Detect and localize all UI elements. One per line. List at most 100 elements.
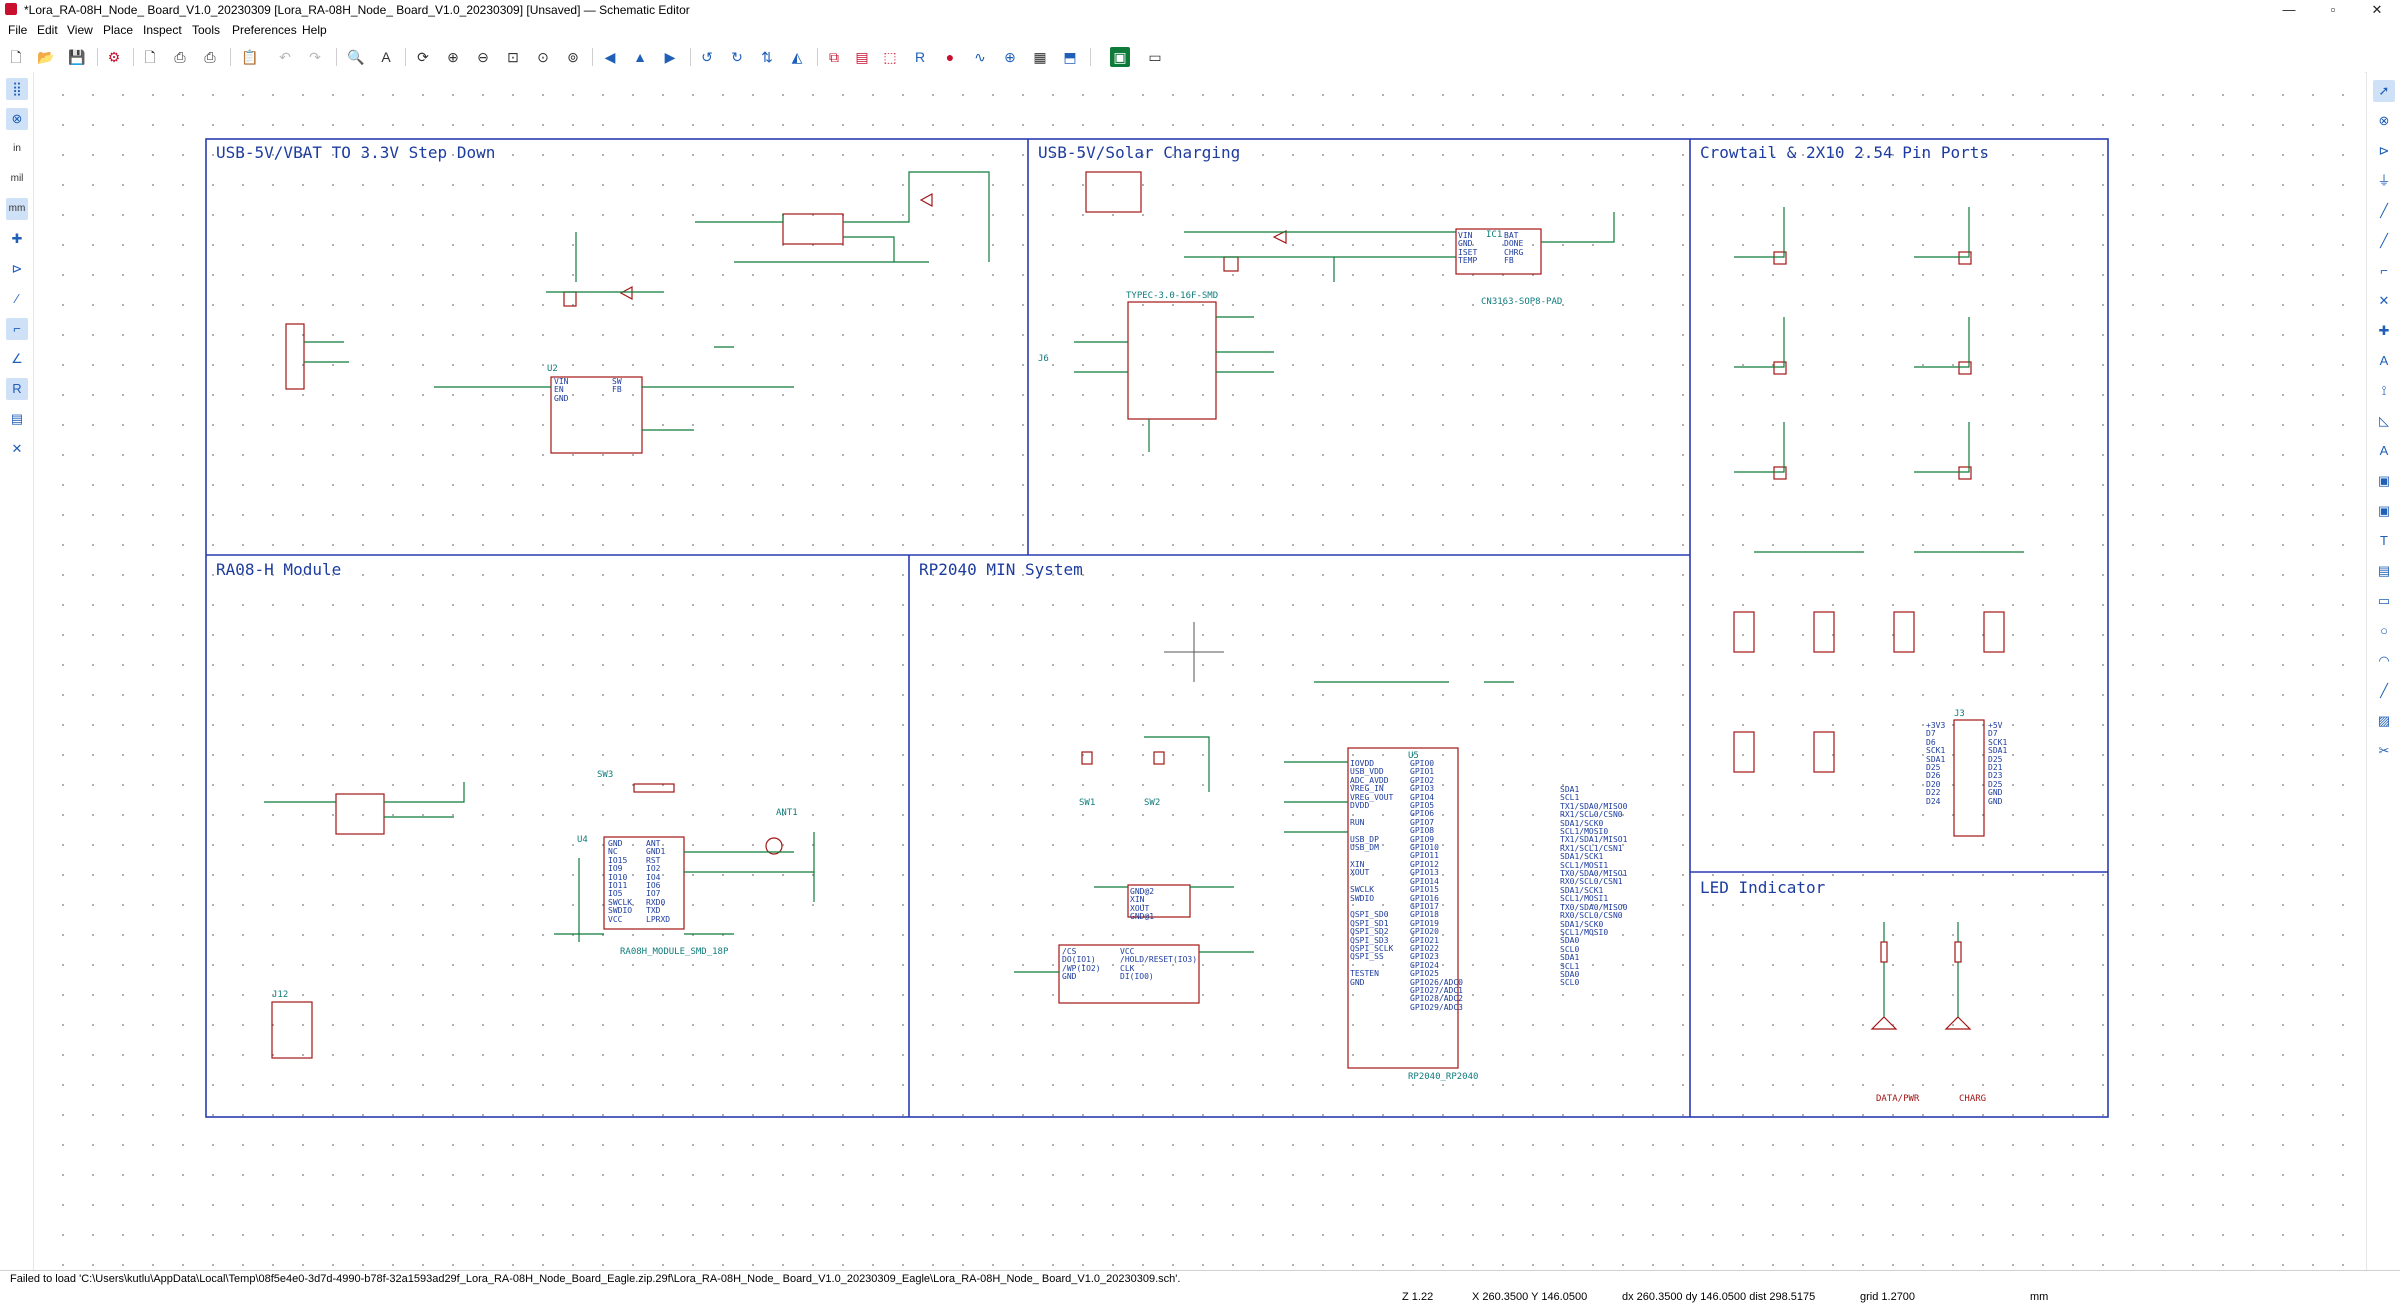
netlist-icon[interactable]: ⬒ bbox=[1060, 47, 1080, 67]
schematic-setup-icon[interactable]: ⚙ bbox=[104, 47, 124, 67]
line-mode-45-icon[interactable]: ∠ bbox=[6, 348, 28, 370]
toolbar-separator bbox=[592, 48, 593, 66]
zoom-selection-icon[interactable]: ⊚ bbox=[563, 47, 583, 67]
add-sheet-icon[interactable]: ▣ bbox=[2373, 470, 2395, 492]
symbol-browser-icon[interactable]: ▤ bbox=[852, 47, 872, 67]
rotate-ccw-icon[interactable]: ↺ bbox=[697, 47, 717, 67]
led-label-charg: CHARG bbox=[1959, 1094, 1987, 1104]
u2-ref: U2 bbox=[547, 364, 558, 374]
paste-icon[interactable]: 📋 bbox=[240, 47, 260, 67]
zoom-objects-icon[interactable]: ⊙ bbox=[533, 47, 553, 67]
zoom-fit-icon[interactable]: ⊡ bbox=[503, 47, 523, 67]
grid-toggle-icon[interactable]: ⣿ bbox=[6, 78, 28, 100]
import-sheet-pin-icon[interactable]: ▣ bbox=[2373, 500, 2395, 522]
toolbar-separator bbox=[1090, 48, 1091, 66]
undo-icon[interactable]: ↶ bbox=[275, 47, 295, 67]
add-bus-icon[interactable]: ╱ bbox=[2373, 230, 2395, 252]
footprint-editor-icon[interactable]: ⬚ bbox=[880, 47, 900, 67]
menu-preferences[interactable]: Preferences bbox=[232, 23, 297, 37]
mirror-horizontal-icon[interactable]: ◭ bbox=[787, 47, 807, 67]
add-symbol-icon[interactable]: ⊳ bbox=[2373, 140, 2395, 162]
redo-icon[interactable]: ↷ bbox=[305, 47, 325, 67]
unit-inch-button[interactable]: in bbox=[6, 138, 28, 160]
delete-tool-icon[interactable]: ✂ bbox=[2373, 740, 2395, 762]
j3-ref: J3 bbox=[1954, 709, 1965, 719]
add-circle-icon[interactable]: ○ bbox=[2373, 620, 2395, 642]
bom-icon[interactable]: ▦ bbox=[1030, 47, 1050, 67]
add-label-icon[interactable]: A bbox=[2373, 350, 2395, 372]
pcb-editor-icon[interactable]: ▣ bbox=[1110, 47, 1130, 67]
menu-file[interactable]: File bbox=[8, 23, 27, 37]
refresh-icon[interactable]: ⟳ bbox=[413, 47, 433, 67]
schematic-drawing bbox=[205, 138, 2109, 1118]
properties-tool-icon[interactable]: ✕ bbox=[6, 438, 28, 460]
stepdown-wires bbox=[304, 171, 990, 431]
zoom-out-icon[interactable]: ⊖ bbox=[473, 47, 493, 67]
save-icon[interactable]: 💾 bbox=[67, 47, 87, 67]
unit-mm-button[interactable]: mm bbox=[6, 198, 28, 220]
assign-footprints-icon[interactable]: ⊕ bbox=[1000, 47, 1020, 67]
menu-help[interactable]: Help bbox=[302, 23, 327, 37]
add-text-icon[interactable]: T bbox=[2373, 530, 2395, 552]
add-power-icon[interactable]: ⏚ bbox=[2373, 170, 2395, 192]
highlight-net-icon[interactable]: ⊗ bbox=[2373, 110, 2395, 132]
annotate-ref-icon[interactable]: R bbox=[6, 378, 28, 400]
line-mode-90-icon[interactable]: ⌐ bbox=[6, 318, 28, 340]
navigate-back-icon[interactable]: ◀ bbox=[600, 47, 620, 67]
add-junction-icon[interactable]: ✚ bbox=[2373, 320, 2395, 342]
add-hier-label-icon[interactable]: A bbox=[2373, 440, 2395, 462]
pin-orientation-icon[interactable]: ⊳ bbox=[6, 258, 28, 280]
open-icon[interactable]: 📂 bbox=[36, 47, 56, 67]
zoom-in-icon[interactable]: ⊕ bbox=[443, 47, 463, 67]
rotate-cw-icon[interactable]: ↻ bbox=[727, 47, 747, 67]
page-settings-icon[interactable]: 🗋 bbox=[140, 47, 160, 67]
add-image-icon[interactable]: ▨ bbox=[2373, 710, 2395, 732]
sw3-ref: SW3 bbox=[597, 770, 614, 780]
new-schematic-icon[interactable]: 🗋 bbox=[6, 47, 26, 67]
add-bus-entry-icon[interactable]: ⌐ bbox=[2373, 260, 2395, 282]
erc-icon[interactable]: ● bbox=[940, 47, 960, 67]
xtal-pins: GND@2 XIN XOUT GND@1 bbox=[1130, 887, 1155, 922]
annotate-icon[interactable]: R bbox=[910, 47, 930, 67]
menu-inspect[interactable]: Inspect bbox=[143, 23, 182, 37]
find-replace-icon[interactable]: A bbox=[376, 47, 396, 67]
minimize-button[interactable]: — bbox=[2266, 0, 2312, 20]
crowtail-parts bbox=[1733, 251, 2005, 837]
add-textbox-icon[interactable]: ▤ bbox=[2373, 560, 2395, 582]
led-wires bbox=[1883, 922, 1959, 1017]
add-arc-icon[interactable]: ◠ bbox=[2373, 650, 2395, 672]
u4-pins-right: ANT GND1 RST IO2 IO4 IO6 IO7 RXD0 TXD LP… bbox=[646, 839, 671, 924]
menu-edit[interactable]: Edit bbox=[37, 23, 58, 37]
sheet-title-solar: USB-5V/Solar Charging bbox=[1038, 143, 1241, 162]
maximize-button[interactable]: ▫ bbox=[2310, 0, 2356, 20]
menu-view[interactable]: View bbox=[67, 23, 93, 37]
add-line-icon[interactable]: ╱ bbox=[2373, 680, 2395, 702]
add-global-label-icon[interactable]: ◺ bbox=[2373, 410, 2395, 432]
symbol-editor-icon[interactable]: ⧉ bbox=[824, 47, 844, 67]
navigate-forward-icon[interactable]: ▶ bbox=[660, 47, 680, 67]
line-mode-free-icon[interactable]: ∕ bbox=[6, 288, 28, 310]
hierarchy-navigator-icon[interactable]: ▤ bbox=[6, 408, 28, 430]
unit-mil-button[interactable]: mil bbox=[6, 168, 28, 190]
find-icon[interactable]: 🔍 bbox=[346, 47, 366, 67]
menu-tools[interactable]: Tools bbox=[192, 23, 220, 37]
no-connect-icon[interactable]: ✕ bbox=[2373, 290, 2395, 312]
schematic-canvas[interactable]: USB-5V/VBAT TO 3.3V Step Down USB-5V/Sol… bbox=[34, 72, 2365, 1269]
add-netclass-icon[interactable]: ⟟ bbox=[2373, 380, 2395, 402]
mirror-vertical-icon[interactable]: ⇅ bbox=[757, 47, 777, 67]
plot-icon[interactable]: ⎙ bbox=[200, 47, 220, 67]
navigate-up-icon[interactable]: ▲ bbox=[630, 47, 650, 67]
select-tool-icon[interactable]: ➚ bbox=[2373, 80, 2395, 102]
add-wire-icon[interactable]: ╱ bbox=[2373, 200, 2395, 222]
menu-place[interactable]: Place bbox=[103, 23, 133, 37]
close-button[interactable]: ✕ bbox=[2354, 0, 2400, 20]
left-toolbar: ⣿ ⊗ in mil mm ✚ ⊳ ∕ ⌐ ∠ R ▤ ✕ bbox=[0, 72, 34, 1270]
print-icon[interactable]: ⎙ bbox=[170, 47, 190, 67]
scripting-console-icon[interactable]: ▭ bbox=[1145, 47, 1165, 67]
add-rectangle-icon[interactable]: ▭ bbox=[2373, 590, 2395, 612]
hidden-pins-icon[interactable]: ⊗ bbox=[6, 108, 28, 130]
simulator-icon[interactable]: ∿ bbox=[970, 47, 990, 67]
typec-ref: J6 bbox=[1038, 354, 1049, 364]
u4-label: RA08H_MODULE_SMD_18P bbox=[620, 947, 729, 957]
cursor-crosshair-icon[interactable]: ✚ bbox=[6, 228, 28, 250]
